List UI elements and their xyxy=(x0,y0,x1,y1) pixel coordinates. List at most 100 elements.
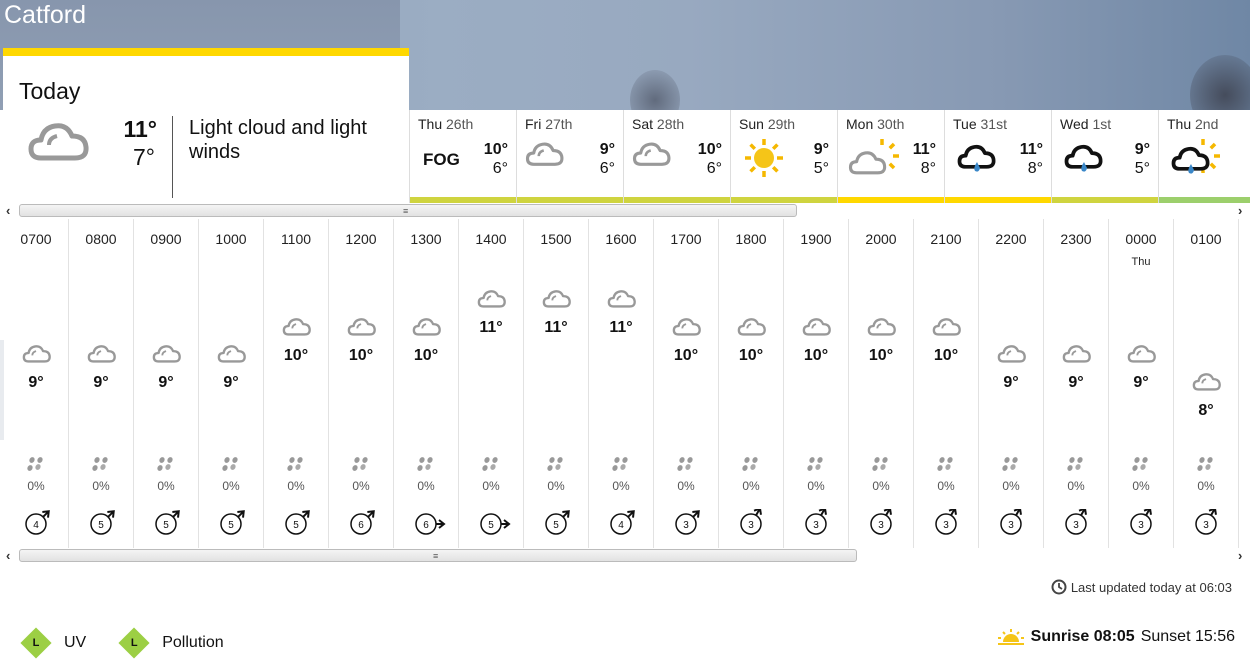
hourly-scrollbar[interactable]: ‹ ≡ › xyxy=(0,548,1250,564)
hour-column[interactable]: 1100 10° 0% 5 xyxy=(264,219,329,549)
wind-direction-icon: 3 xyxy=(1000,509,1022,535)
raindrops-icon xyxy=(222,457,238,471)
scroll-right-arrow[interactable]: › xyxy=(1238,548,1242,564)
day-tab[interactable]: Fri 27th 9° 6° xyxy=(516,110,623,203)
high-temp: 9° xyxy=(813,141,829,158)
hour-column[interactable]: 0000 Thu 9° 0% 3 xyxy=(1109,219,1174,549)
scroll-left-arrow[interactable]: ‹ xyxy=(6,548,10,564)
daily-scrollbar[interactable]: ‹ ≡ › xyxy=(0,203,1250,219)
rain-chance: 0% xyxy=(222,479,240,493)
scrollbar-thumb[interactable]: ≡ xyxy=(19,204,797,217)
wind-direction-icon: 5 xyxy=(285,510,310,535)
rain-chance: 0% xyxy=(482,479,500,493)
hour-column[interactable]: 1800 10° 0% 3 xyxy=(719,219,784,549)
rain-chance: 0% xyxy=(1002,479,1020,493)
date: 1st xyxy=(1092,116,1112,132)
hour-time: 1700 xyxy=(670,231,702,247)
hour-temp: 9° xyxy=(1003,374,1019,391)
uv-badge[interactable]: L UV xyxy=(20,627,86,659)
hour-column[interactable]: 2000 10° 0% 3 xyxy=(849,219,914,549)
today-description: Light cloud and light winds xyxy=(189,117,367,163)
light-cloud-icon xyxy=(932,315,962,337)
wind-speed: 3 xyxy=(813,520,819,531)
hour-column[interactable]: 1200 10° 0% 6 xyxy=(329,219,394,549)
sunny-intervals-icon xyxy=(846,138,899,178)
hour-column[interactable]: 1600 11° 0% 4 xyxy=(589,219,654,549)
rain-chance: 0% xyxy=(1197,479,1215,493)
weekday: Fri xyxy=(525,116,542,132)
hour-column[interactable]: 0900 9° 0% 5 xyxy=(134,219,199,549)
day-tab[interactable]: Wed 1st 9° 5° xyxy=(1051,110,1158,203)
hour-time: 1100 xyxy=(280,231,312,247)
hour-column[interactable]: 2100 10° 0% 3 xyxy=(914,219,979,549)
today-summary[interactable]: Today 11° 7° Light cloud and light winds xyxy=(3,48,409,201)
wind-direction-icon: 4 xyxy=(25,510,50,535)
light-cloud-icon xyxy=(28,123,89,161)
divider xyxy=(172,116,173,198)
raindrops-icon xyxy=(352,457,368,471)
light-cloud-icon xyxy=(1062,342,1092,364)
high-temp: 9° xyxy=(1134,141,1150,158)
day-name: Wed 1st xyxy=(1060,116,1111,132)
hour-time: 2100 xyxy=(930,231,962,247)
light-rain-icon xyxy=(953,138,1003,178)
hour-column[interactable]: 1900 10° 0% 3 xyxy=(784,219,849,549)
wind-direction-icon: 3 xyxy=(675,510,700,535)
hour-temp: 10° xyxy=(803,346,829,364)
high-temp: 10° xyxy=(697,141,722,158)
pollution-badge[interactable]: L Pollution xyxy=(118,627,224,659)
light-cloud-icon xyxy=(802,315,832,337)
pollution-label: Pollution xyxy=(162,634,224,651)
weekday: Wed xyxy=(1060,116,1089,132)
day-name: Tue 31st xyxy=(953,116,1007,132)
wind-speed: 3 xyxy=(878,520,884,531)
day-name: Thu 26th xyxy=(418,116,473,132)
rain-chance: 0% xyxy=(742,479,760,493)
wind-speed: 5 xyxy=(98,520,104,531)
wind-direction-icon: 3 xyxy=(1065,509,1087,535)
day-tab[interactable]: Thu 2nd xyxy=(1158,110,1250,203)
light-cloud-icon xyxy=(525,138,575,178)
background-decoration xyxy=(630,70,680,110)
hour-column[interactable]: 0800 9° 0% 5 xyxy=(69,219,134,549)
high-temp: 11° xyxy=(912,141,936,158)
wind-speed: 5 xyxy=(488,520,494,531)
day-tab[interactable]: Mon 30th 11° 8° xyxy=(837,110,944,203)
pollution-level-icon: L xyxy=(118,627,150,659)
wind-speed: 6 xyxy=(358,520,364,531)
raindrops-icon xyxy=(677,457,693,471)
low-temp: 5° xyxy=(813,160,829,177)
raindrops-icon xyxy=(807,457,823,471)
hour-column[interactable]: 2200 9° 0% 3 xyxy=(979,219,1044,549)
hour-column[interactable]: 2300 9° 0% 3 xyxy=(1044,219,1109,549)
hour-temp: 11° xyxy=(609,319,633,336)
low-temp: 6° xyxy=(599,160,615,177)
rain-chance: 0% xyxy=(1132,479,1150,493)
rain-chance: 0% xyxy=(417,479,435,493)
date: 31st xyxy=(980,116,1007,132)
day-tab[interactable]: Thu 26th FOG 10° 6° xyxy=(409,110,516,203)
wind-speed: 3 xyxy=(1073,520,1079,531)
day-tab[interactable]: Sun 29th 9° 5° xyxy=(730,110,837,203)
hour-column[interactable]: 0700 9° 0% 4 xyxy=(4,219,69,549)
scroll-left-arrow[interactable]: ‹ xyxy=(6,203,10,219)
scroll-right-arrow[interactable]: › xyxy=(1238,203,1242,219)
hour-column[interactable]: 1300 10° 0% 6 xyxy=(394,219,459,549)
hour-column[interactable]: 1500 11° 0% 5 xyxy=(524,219,589,549)
light-cloud-icon xyxy=(477,287,507,309)
hour-column[interactable]: 1400 11° 0% 5 xyxy=(459,219,524,549)
hour-column[interactable]: 1000 9° 0% 5 xyxy=(199,219,264,549)
hour-column[interactable]: 1700 10° 0% 3 xyxy=(654,219,719,549)
hour-time: 1200 xyxy=(345,231,377,247)
wind-direction-icon: 5 xyxy=(155,510,180,535)
hour-column[interactable]: 0100 8° 0% 3 xyxy=(1174,219,1239,549)
hour-time: 1000 xyxy=(215,231,247,247)
hour-day: Thu xyxy=(1131,256,1151,268)
hour-temp: 9° xyxy=(93,374,109,391)
day-tab[interactable]: Tue 31st 11° 8° xyxy=(944,110,1051,203)
hour-temp: 10° xyxy=(283,346,309,364)
sunrise-sunset: Sunrise 08:05 Sunset 15:56 xyxy=(997,628,1235,646)
scrollbar-thumb[interactable]: ≡ xyxy=(19,549,857,562)
raindrops-icon xyxy=(547,457,563,471)
day-tab[interactable]: Sat 28th 10° 6° xyxy=(623,110,730,203)
